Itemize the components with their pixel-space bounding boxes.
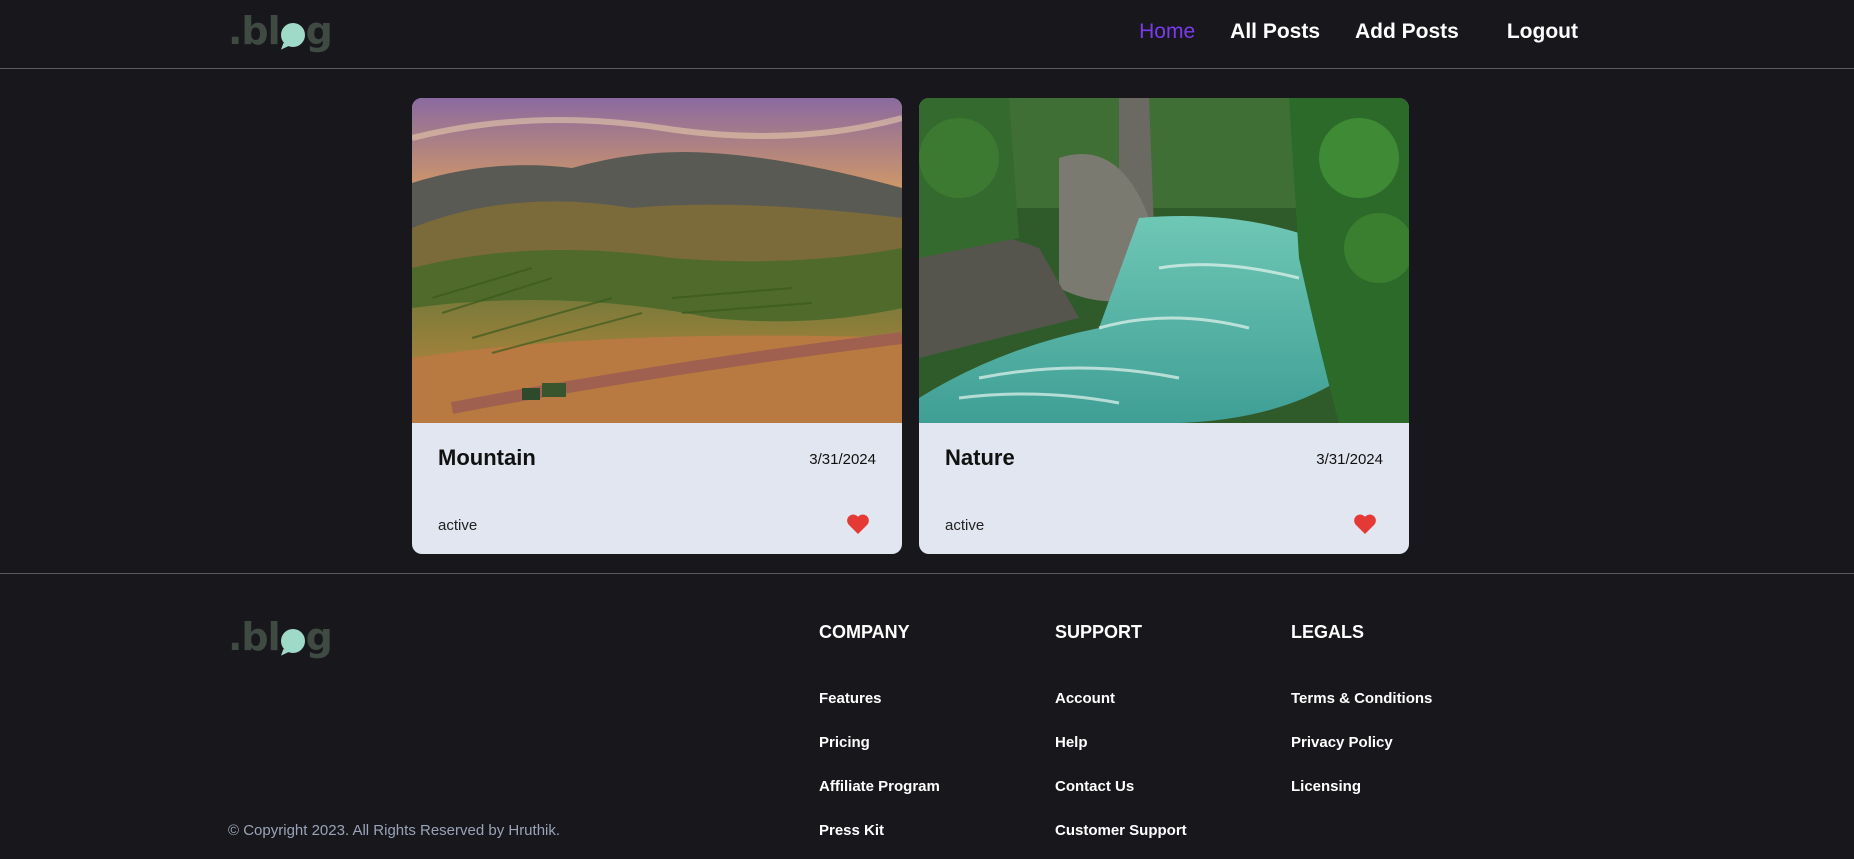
post-card-mountain[interactable]: Mountain 3/31/2024 active <box>412 98 902 554</box>
post-title[interactable]: Mountain <box>438 445 536 471</box>
post-card-body: Nature 3/31/2024 active <box>919 423 1409 554</box>
post-card-nature[interactable]: Nature 3/31/2024 active <box>919 98 1409 554</box>
nav-add-posts[interactable]: Add Posts <box>1355 20 1459 44</box>
nav-all-posts[interactable]: All Posts <box>1230 20 1320 44</box>
main-nav: Home All Posts Add Posts Logout <box>1139 20 1578 44</box>
nav-logout[interactable]: Logout <box>1507 20 1578 44</box>
footer-link-affiliate[interactable]: Affiliate Program <box>819 778 940 795</box>
heart-icon[interactable] <box>846 513 870 535</box>
footer-heading-support: SUPPORT <box>1055 622 1143 642</box>
post-image-nature <box>919 98 1409 423</box>
footer-logo[interactable]: .bl g <box>228 618 333 656</box>
footer-link-contact[interactable]: Contact Us <box>1055 778 1134 795</box>
footer-link-features[interactable]: Features <box>819 690 882 707</box>
nav-home[interactable]: Home <box>1139 20 1195 44</box>
footer-link-licensing[interactable]: Licensing <box>1291 778 1361 795</box>
post-title[interactable]: Nature <box>945 445 1015 471</box>
footer-link-customer-support[interactable]: Customer Support <box>1055 822 1187 839</box>
copyright-text: © Copyright 2023. All Rights Reserved by… <box>228 822 561 839</box>
footer-link-pricing[interactable]: Pricing <box>819 734 870 751</box>
footer-divider <box>0 573 1854 574</box>
post-image-mountain <box>412 98 902 423</box>
site-header: .bl g Home All Posts Add Posts Logout <box>0 0 1854 69</box>
footer-link-account[interactable]: Account <box>1055 690 1115 707</box>
heart-icon[interactable] <box>1353 513 1377 535</box>
footer-link-terms[interactable]: Terms & Conditions <box>1291 690 1432 707</box>
footer-heading-legals: LEGALS <box>1291 622 1365 642</box>
logo-bubble-icon <box>280 629 305 653</box>
post-card-body: Mountain 3/31/2024 active <box>412 423 902 554</box>
logo[interactable]: .bl g <box>228 12 333 50</box>
footer-link-help[interactable]: Help <box>1055 734 1088 751</box>
footer-link-privacy[interactable]: Privacy Policy <box>1291 734 1393 751</box>
post-date: 3/31/2024 <box>1316 451 1383 468</box>
post-status: active <box>438 517 478 534</box>
logo-bubble-icon <box>280 23 305 47</box>
footer-link-press-kit[interactable]: Press Kit <box>819 822 884 839</box>
footer-heading-company: COMPANY <box>819 622 910 642</box>
post-date: 3/31/2024 <box>809 451 876 468</box>
post-status: active <box>945 517 985 534</box>
